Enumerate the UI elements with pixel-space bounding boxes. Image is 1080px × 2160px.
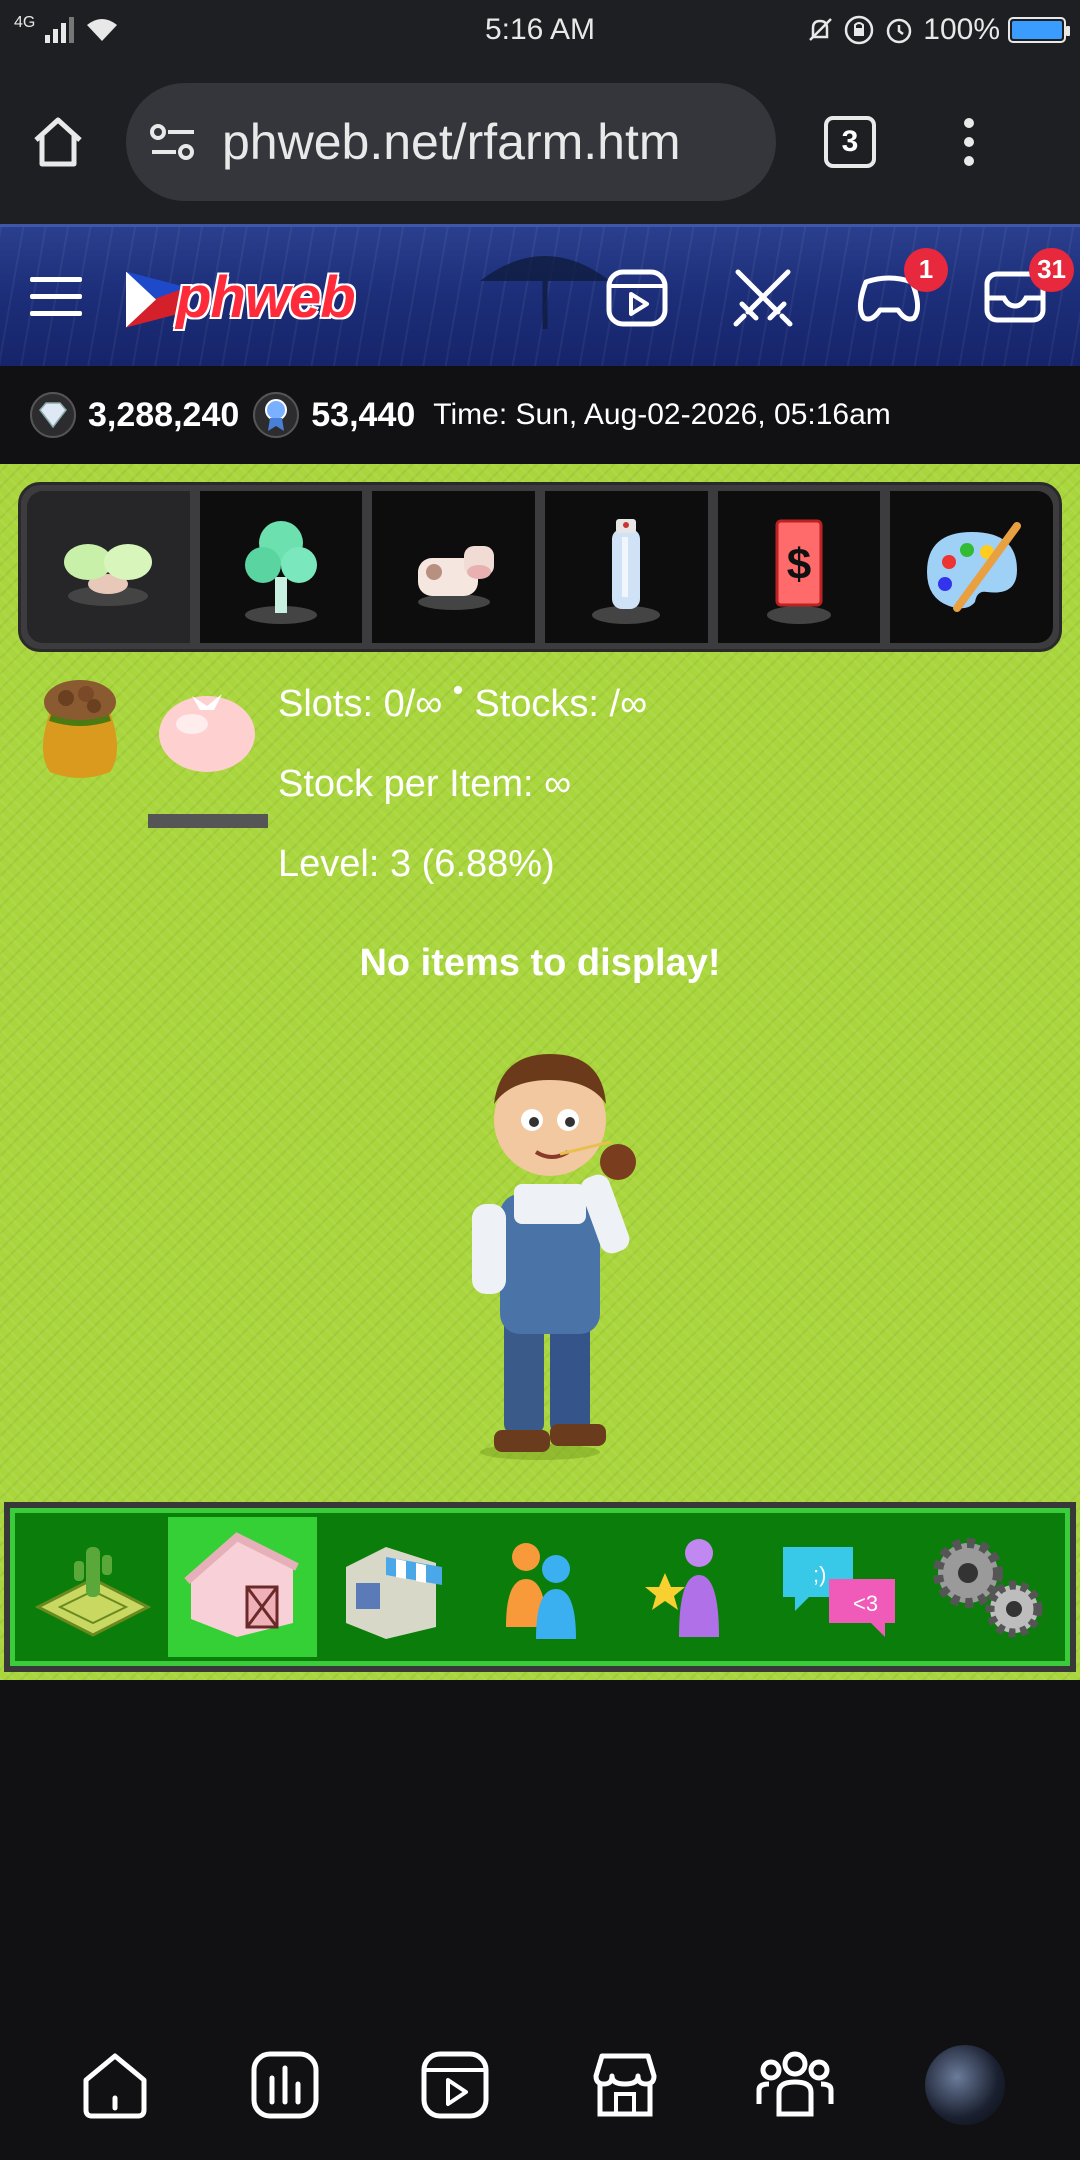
seed-bag-icon[interactable] — [30, 672, 130, 782]
wifi-icon — [87, 19, 118, 41]
farmer-character-icon — [472, 1054, 636, 1460]
nav-friends[interactable] — [466, 1517, 615, 1657]
ribbon-medal-icon — [253, 392, 300, 438]
url-text: phweb.net/rfarm.htm — [222, 114, 681, 170]
hamburger-menu-icon[interactable] — [30, 277, 82, 316]
app-bottom-nav — [0, 2010, 1080, 2160]
video-play-icon[interactable] — [602, 262, 672, 332]
home-icon[interactable] — [28, 112, 88, 172]
category-tabs: $ — [18, 482, 1062, 652]
nav-favorite-user[interactable] — [614, 1517, 763, 1657]
paint-palette-icon — [926, 522, 1021, 612]
server-time: Time: Sun, Aug-02-2026, 05:16am — [433, 398, 891, 431]
umbrella-decoration-icon — [480, 256, 610, 329]
farm-area: $ Slots: 0/∞ Stocks: /∞ Stock per Item: … — [0, 464, 1080, 1680]
spray-can-icon — [592, 519, 661, 624]
nav-groups[interactable] — [750, 2040, 840, 2130]
status-bar: 4G 5:16 AM 100% — [0, 0, 1080, 60]
diamond-count: 3,288,240 — [88, 395, 240, 434]
bar-chart-icon — [251, 2051, 319, 2119]
site-logo[interactable]: phweb — [126, 262, 376, 332]
nav-stats[interactable] — [240, 2040, 330, 2130]
silent-bell-icon — [809, 18, 833, 41]
tab-decorations[interactable] — [890, 491, 1054, 643]
diamond-icon — [30, 392, 76, 438]
stocks-text: Stocks: /∞ — [474, 682, 648, 725]
svg-text:$: $ — [787, 540, 811, 589]
nav-marketplace[interactable] — [580, 2040, 670, 2130]
browser-menu-icon[interactable] — [964, 118, 974, 166]
tomato-icon[interactable] — [152, 676, 262, 776]
inbox-notification-badge: 31 — [1029, 247, 1074, 292]
network-type: 4G — [14, 14, 36, 31]
separator-dot — [454, 686, 463, 694]
tab-seedling[interactable] — [27, 491, 190, 643]
nav-settings[interactable] — [912, 1517, 1061, 1657]
level-text: Level: 3 (6.88%) — [278, 842, 555, 885]
crop-progress-bar — [148, 814, 268, 828]
tab-money[interactable]: $ — [717, 491, 881, 643]
tab-tree[interactable] — [199, 491, 363, 643]
tab-animals[interactable] — [372, 491, 536, 643]
nav-profile[interactable] — [920, 2040, 1010, 2130]
site-settings-icon[interactable] — [148, 122, 198, 162]
shop-icon — [346, 1547, 443, 1639]
seedling-icon — [64, 544, 153, 606]
points-count: 53,440 — [311, 395, 416, 434]
alarm-icon — [887, 18, 912, 44]
game-nav-inner: ;) <3 — [10, 1508, 1070, 1666]
settings-gears-icon — [932, 1538, 1043, 1638]
nav-chat[interactable]: ;) <3 — [763, 1517, 912, 1657]
star-user-icon — [644, 1539, 719, 1637]
video-icon — [421, 2051, 489, 2119]
tree-icon — [245, 521, 317, 624]
svg-text:<3: <3 — [853, 1591, 878, 1616]
barn-icon — [184, 1532, 300, 1637]
game-nav: ;) <3 — [4, 1502, 1076, 1672]
nav-shop[interactable] — [317, 1517, 466, 1657]
chat-icon: ;) <3 — [782, 1547, 895, 1637]
info-bar: 3,288,240 53,440 Time: Sun, Aug-02-2026,… — [0, 366, 1080, 464]
avatar — [925, 2045, 1005, 2125]
storefront-icon — [593, 2053, 657, 2117]
empty-message: No items to display! — [359, 942, 721, 984]
nav-barn[interactable] — [167, 1517, 317, 1657]
crossed-swords-icon[interactable] — [728, 262, 798, 332]
game-controller-icon[interactable]: 1 — [854, 247, 948, 332]
friends-icon — [506, 1543, 576, 1639]
logo-text: phweb — [176, 264, 356, 330]
header-icons: 1 31 — [602, 247, 1074, 332]
signal-icon — [45, 17, 75, 43]
nav-home[interactable] — [70, 2040, 160, 2130]
cow-icon — [417, 546, 494, 610]
status-left: 4G — [14, 14, 414, 43]
inbox-icon[interactable]: 31 — [980, 247, 1074, 332]
groups-icon — [756, 2051, 834, 2117]
battery-icon — [1008, 17, 1070, 43]
home-outline-icon — [83, 2053, 147, 2119]
slots-text: Slots: 0/∞ — [278, 682, 443, 725]
stock-per-item-text: Stock per Item: ∞ — [278, 762, 572, 805]
site-header: phweb 1 31 — [0, 224, 1080, 366]
browser-toolbar: phweb.net/rfarm.htm 3 — [0, 60, 1080, 224]
seed-info: Slots: 0/∞ Stocks: /∞ Stock per Item: ∞ … — [278, 664, 647, 904]
status-right: 100% — [805, 13, 1070, 47]
tab-spray[interactable] — [545, 491, 708, 643]
dollar-card-icon: $ — [767, 519, 832, 624]
farm-plot-icon — [35, 1547, 152, 1637]
tab-switcher-button[interactable]: 3 — [824, 116, 876, 168]
nav-videos[interactable] — [410, 2040, 500, 2130]
url-bar[interactable]: phweb.net/rfarm.htm — [126, 83, 776, 201]
nav-farm-plot[interactable] — [19, 1517, 168, 1657]
battery-percent: 100% — [923, 13, 1000, 46]
game-notification-badge: 1 — [904, 247, 948, 292]
svg-text:;): ;) — [813, 1562, 826, 1587]
lock-rotation-icon — [845, 15, 874, 45]
